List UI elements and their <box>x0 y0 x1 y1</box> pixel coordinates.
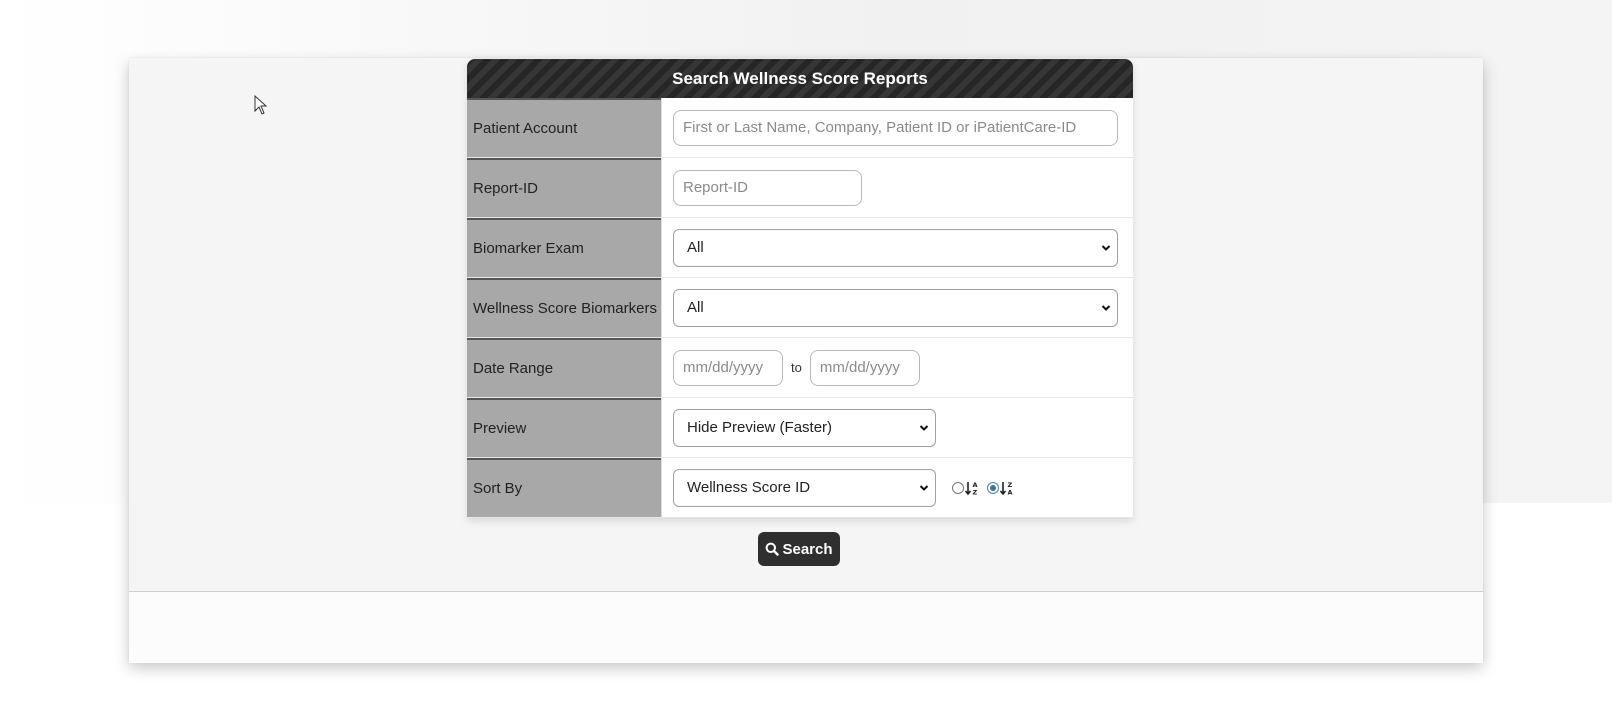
patient-account-input[interactable] <box>673 109 1118 146</box>
search-icon <box>766 542 780 556</box>
preview-label: Preview <box>467 398 661 457</box>
preview-row: Preview Hide Preview (Faster) <box>467 398 1133 458</box>
sort-alpha-descending-icon: Z A <box>1000 481 1013 496</box>
search-button[interactable]: Search <box>758 532 840 566</box>
date-range-row: Date Range to <box>467 338 1133 398</box>
svg-text:A: A <box>1008 488 1013 496</box>
sort-by-select[interactable]: Wellness Score ID <box>673 468 936 507</box>
chevron-down-icon <box>919 484 929 491</box>
date-to-label: to <box>791 360 802 375</box>
wellness-biomarkers-row: Wellness Score Biomarkers All <box>467 278 1133 338</box>
biomarker-exam-row: Biomarker Exam All <box>467 218 1133 278</box>
search-form: Search Wellness Score Reports Patient Ac… <box>467 59 1133 518</box>
sort-alpha-ascending-icon: A Z <box>965 481 978 496</box>
card-footer <box>129 591 1483 663</box>
report-id-input[interactable] <box>673 169 862 206</box>
chevron-down-icon <box>919 424 929 431</box>
sort-by-label: Sort By <box>467 458 661 517</box>
form-title: Search Wellness Score Reports <box>467 59 1133 98</box>
sort-ascending-radio[interactable] <box>952 481 964 494</box>
wellness-biomarkers-select[interactable]: All <box>673 288 1118 327</box>
wellness-biomarkers-value: All <box>687 299 704 316</box>
sort-descending-radio[interactable] <box>987 481 999 494</box>
sort-by-value: Wellness Score ID <box>687 479 811 496</box>
date-range-label: Date Range <box>467 338 661 397</box>
biomarker-exam-value: All <box>687 239 704 256</box>
mouse-cursor-icon <box>254 95 268 115</box>
search-button-label: Search <box>782 540 833 558</box>
report-id-row: Report-ID <box>467 158 1133 218</box>
sort-ascending-option[interactable]: A Z <box>952 480 979 496</box>
chevron-down-icon <box>1101 244 1111 251</box>
date-to-input[interactable] <box>809 349 920 386</box>
svg-text:Z: Z <box>973 488 978 496</box>
report-id-label: Report-ID <box>467 158 661 217</box>
date-from-input[interactable] <box>673 349 783 386</box>
sort-by-row: Sort By Wellness Score ID A Z Z A <box>467 458 1133 518</box>
biomarker-exam-label: Biomarker Exam <box>467 218 661 277</box>
preview-select[interactable]: Hide Preview (Faster) <box>673 408 936 447</box>
preview-value: Hide Preview (Faster) <box>687 419 833 436</box>
patient-account-row: Patient Account <box>467 98 1133 158</box>
sort-descending-option[interactable]: Z A <box>987 480 1014 496</box>
biomarker-exam-select[interactable]: All <box>673 228 1118 267</box>
wellness-biomarkers-label: Wellness Score Biomarkers <box>467 278 661 337</box>
patient-account-label: Patient Account <box>467 98 661 157</box>
chevron-down-icon <box>1101 304 1111 311</box>
